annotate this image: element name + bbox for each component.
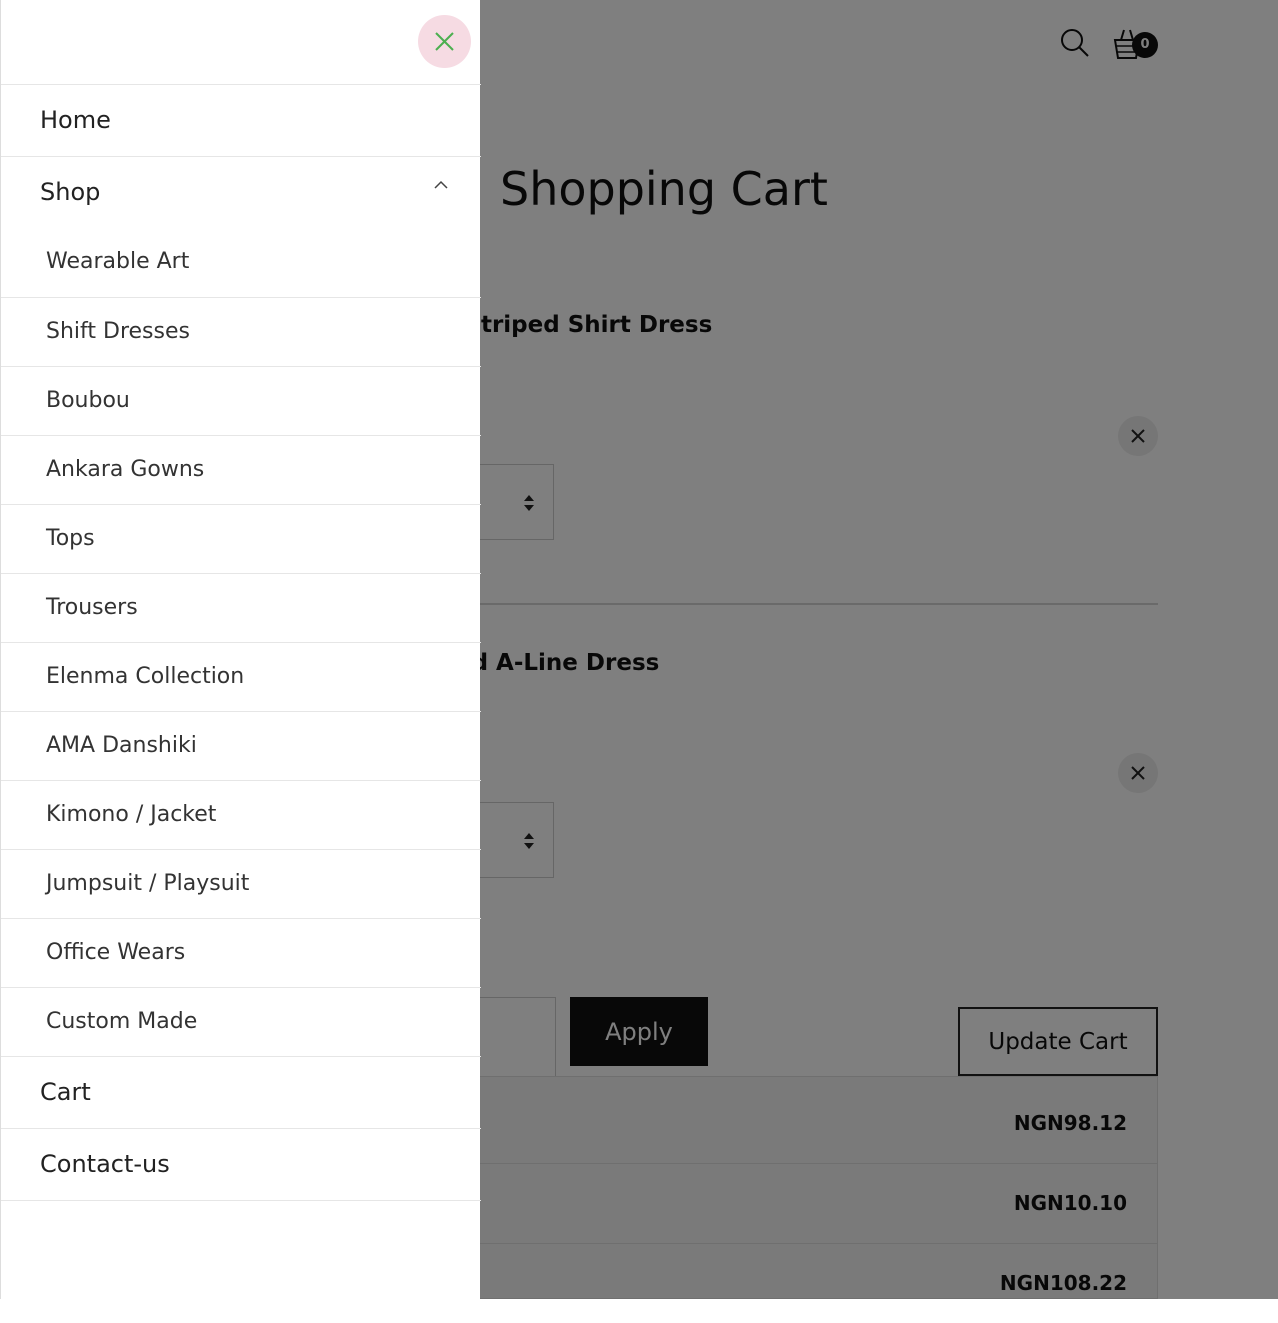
menu-item-home[interactable]: Home	[1, 84, 481, 156]
close-icon	[435, 32, 454, 51]
menu-list: Home Shop Wearable Art Shift Dresses Bou…	[1, 84, 481, 1201]
submenu-item-boubou[interactable]: Boubou	[1, 366, 481, 435]
submenu-item-tops[interactable]: Tops	[1, 504, 481, 573]
submenu-item-label: Custom Made	[46, 1009, 198, 1034]
submenu-item-label: Ankara Gowns	[46, 457, 205, 482]
submenu-item-jumpsuit-playsuit[interactable]: Jumpsuit / Playsuit	[1, 849, 481, 918]
chevron-up-icon[interactable]	[433, 179, 449, 191]
submenu-item-ama-danshiki[interactable]: AMA Danshiki	[1, 711, 481, 780]
mobile-menu-drawer: Home Shop Wearable Art Shift Dresses Bou…	[0, 0, 481, 1299]
menu-item-cart[interactable]: Cart	[1, 1056, 481, 1128]
submenu-item-office-wears[interactable]: Office Wears	[1, 918, 481, 987]
submenu-item-label: Boubou	[46, 388, 130, 413]
submenu-item-label: Trousers	[46, 595, 138, 620]
menu-item-label: Home	[40, 106, 111, 134]
submenu-item-label: Jumpsuit / Playsuit	[46, 871, 250, 896]
submenu-item-label: AMA Danshiki	[46, 733, 197, 758]
submenu-item-label: Shift Dresses	[46, 319, 190, 344]
submenu-item-trousers[interactable]: Trousers	[1, 573, 481, 642]
menu-item-label: Cart	[40, 1078, 91, 1106]
submenu-item-label: Kimono / Jacket	[46, 802, 217, 827]
submenu-item-label: Elenma Collection	[46, 664, 245, 689]
submenu-item-label: Office Wears	[46, 940, 186, 965]
submenu-item-shift-dresses[interactable]: Shift Dresses	[1, 297, 481, 366]
menu-item-contact[interactable]: Contact-us	[1, 1128, 481, 1200]
submenu-item-label: Tops	[46, 526, 95, 551]
menu-item-label: Shop	[40, 178, 101, 206]
submenu-item-ankara-gowns[interactable]: Ankara Gowns	[1, 435, 481, 504]
submenu-item-wearable-art[interactable]: Wearable Art	[1, 228, 481, 297]
submenu-item-label: Wearable Art	[46, 249, 190, 274]
submenu-item-elenma-collection[interactable]: Elenma Collection	[1, 642, 481, 711]
menu-divider	[1, 1200, 481, 1201]
menu-item-label: Contact-us	[40, 1150, 170, 1178]
close-menu-button[interactable]	[418, 15, 471, 68]
menu-item-shop[interactable]: Shop	[1, 156, 481, 228]
submenu-item-custom-made[interactable]: Custom Made	[1, 987, 481, 1056]
submenu-item-kimono-jacket[interactable]: Kimono / Jacket	[1, 780, 481, 849]
